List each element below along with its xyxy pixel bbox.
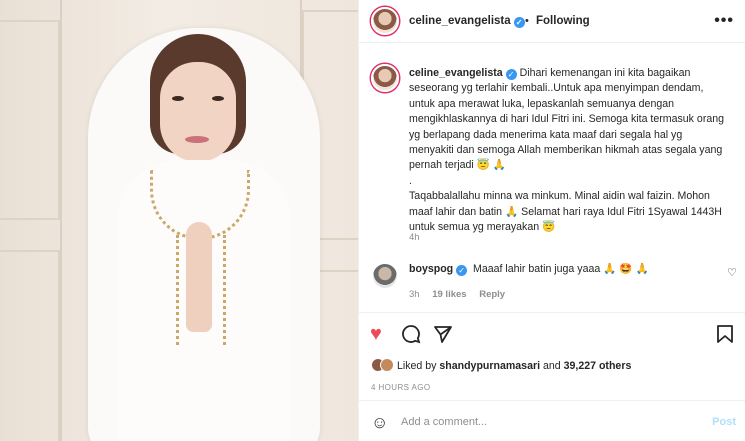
wall-molding bbox=[0, 250, 60, 441]
post-button[interactable]: Post bbox=[712, 416, 736, 428]
wall-panel bbox=[60, 0, 62, 441]
following-button[interactable]: Following bbox=[536, 15, 590, 27]
caption-line: Taqabbalallahu minna wa minkum. Minal ai… bbox=[409, 190, 710, 203]
caption-line: maaf lahir dan batin 🙏 Selamat hari raya… bbox=[409, 205, 722, 218]
add-comment-bar: ☺ Add a comment... Post bbox=[359, 400, 745, 441]
caption-time[interactable]: 4h bbox=[409, 232, 420, 243]
comment-input[interactable]: Add a comment... bbox=[401, 416, 487, 428]
comment: boyspog ✓ Maaaf lahir batin juga yaaa 🙏 🤩… bbox=[409, 262, 709, 276]
post-timestamp[interactable]: 4 HOURS AGO bbox=[371, 383, 431, 392]
wall-molding bbox=[0, 20, 60, 220]
caption-line: untuk apa merawat luka, lepaskanlah semu… bbox=[409, 97, 675, 110]
post-caption: celine_evangelista ✓ Dihari kemenangan in… bbox=[409, 66, 731, 235]
comment-avatar[interactable] bbox=[371, 262, 399, 290]
caption-line: menyakiti dan semoga Allah memberikan hi… bbox=[409, 144, 723, 157]
separator-dot: • bbox=[525, 15, 529, 27]
comment-meta: 3h 19 likes Reply bbox=[409, 289, 515, 300]
share-icon[interactable] bbox=[433, 324, 453, 348]
comment-like-heart-icon[interactable]: ♡ bbox=[727, 266, 737, 279]
caption-line: pernah terjadi 😇 🙏 bbox=[409, 159, 507, 172]
liked-by-user[interactable]: shandypurnamasari bbox=[439, 360, 540, 372]
like-heart-icon[interactable]: ♥ bbox=[370, 324, 382, 344]
caption-line: . bbox=[409, 174, 412, 187]
verified-badge-icon: ✓ bbox=[505, 69, 517, 80]
comment-text: Maaaf lahir batin juga yaaa 🙏 🤩 🙏 bbox=[473, 263, 649, 275]
post-photo[interactable] bbox=[0, 0, 358, 441]
save-bookmark-icon[interactable] bbox=[716, 324, 734, 348]
post-header: celine_evangelista ✓ • Following ••• bbox=[359, 0, 745, 43]
caption-line: seseorang yg terlahir kembali..Untuk apa… bbox=[409, 82, 704, 95]
header-username[interactable]: celine_evangelista ✓ bbox=[409, 15, 525, 28]
likes-summary: Liked by shandypurnamasari and 39,227 ot… bbox=[371, 358, 631, 372]
praying-hands bbox=[186, 222, 212, 332]
lips bbox=[185, 136, 209, 143]
verified-badge-icon: ✓ bbox=[456, 265, 468, 276]
eye bbox=[172, 96, 184, 101]
caption-line: mengikhlaskannya di hari Idul Fitri ini.… bbox=[409, 113, 725, 126]
comment-username[interactable]: boyspog bbox=[409, 263, 453, 275]
verified-badge-icon: ✓ bbox=[513, 17, 525, 28]
comment-time[interactable]: 3h bbox=[409, 289, 420, 300]
caption-line: yg berlapang dada menerima kata maaf dar… bbox=[409, 128, 683, 141]
caption-line: Dihari kemenangan ini kita bagaikan bbox=[519, 67, 691, 79]
eye bbox=[212, 96, 224, 101]
caption-avatar[interactable] bbox=[371, 64, 399, 92]
avatar[interactable] bbox=[371, 7, 399, 35]
post-details-panel: celine_evangelista ✓ • Following ••• celi… bbox=[358, 0, 745, 441]
caption-line: untuk semua yg merayakan 😇 bbox=[409, 221, 556, 234]
reply-button[interactable]: Reply bbox=[479, 289, 505, 300]
liked-others-count[interactable]: 39,227 others bbox=[564, 360, 632, 372]
caption-username[interactable]: celine_evangelista bbox=[409, 67, 503, 79]
comment-icon[interactable] bbox=[401, 324, 421, 348]
liker-avatar[interactable] bbox=[380, 358, 394, 372]
face bbox=[160, 62, 236, 162]
more-options-icon[interactable]: ••• bbox=[714, 12, 734, 30]
emoji-icon[interactable]: ☺ bbox=[371, 413, 388, 433]
comment-likes[interactable]: 19 likes bbox=[432, 289, 466, 300]
